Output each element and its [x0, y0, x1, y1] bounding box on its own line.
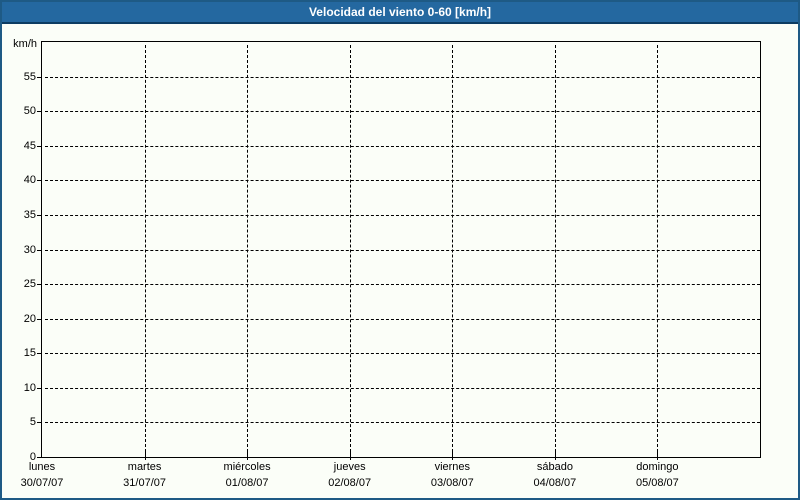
- h-gridline-40: [45, 180, 760, 181]
- y-tick-label-40: 40: [2, 173, 36, 187]
- x-tick-mark-1: [145, 452, 146, 460]
- chart-window: Velocidad del viento 0-60 [km/h] km/h 05…: [0, 0, 800, 500]
- y-tick-mark-5: [37, 422, 41, 423]
- y-tick-mark-40: [37, 180, 41, 181]
- x-tick-mark-6: [657, 452, 658, 460]
- x-day-label-1: martes: [93, 461, 197, 473]
- h-gridline-30: [45, 250, 760, 251]
- h-gridline-55: [45, 77, 760, 78]
- y-tick-label-45: 45: [2, 139, 36, 153]
- x-date-label-5: 04/08/07: [503, 477, 607, 489]
- x-date-label-4: 03/08/07: [400, 477, 504, 489]
- x-tick-mark-2: [247, 452, 248, 460]
- x-date-label-0: 30/07/07: [0, 477, 94, 489]
- h-gridline-45: [45, 146, 760, 147]
- y-tick-mark-10: [37, 388, 41, 389]
- x-date-label-6: 05/08/07: [605, 477, 709, 489]
- x-day-label-6: domingo: [605, 461, 709, 473]
- x-day-label-3: jueves: [298, 461, 402, 473]
- y-tick-mark-20: [37, 319, 41, 320]
- h-gridline-15: [45, 353, 760, 354]
- x-tick-mark-5: [555, 452, 556, 460]
- y-tick-mark-30: [37, 250, 41, 251]
- h-gridline-50: [45, 111, 760, 112]
- h-gridline-10: [45, 388, 760, 389]
- x-date-label-2: 01/08/07: [195, 477, 299, 489]
- y-axis-unit-label: km/h: [2, 37, 37, 51]
- y-tick-mark-55: [37, 77, 41, 78]
- v-gridline-2: [247, 45, 248, 457]
- x-tick-mark-4: [452, 452, 453, 460]
- y-tick-label-50: 50: [2, 104, 36, 118]
- x-day-label-0: lunes: [0, 461, 94, 473]
- y-tick-label-35: 35: [2, 208, 36, 222]
- y-tick-label-15: 15: [2, 346, 36, 360]
- x-tick-mark-3: [350, 452, 351, 460]
- v-gridline-1: [145, 45, 146, 457]
- y-tick-mark-0: [37, 457, 41, 458]
- y-tick-label-55: 55: [2, 70, 36, 84]
- x-day-label-2: miércoles: [195, 461, 299, 473]
- x-date-label-3: 02/08/07: [298, 477, 402, 489]
- v-gridline-6: [657, 45, 658, 457]
- x-day-label-4: viernes: [400, 461, 504, 473]
- y-tick-mark-50: [37, 111, 41, 112]
- x-day-label-5: sábado: [503, 461, 607, 473]
- chart-canvas: km/h 0510152025303540455055lunes30/07/07…: [2, 2, 798, 498]
- y-tick-label-20: 20: [2, 312, 36, 326]
- plot-area: [41, 41, 761, 458]
- v-gridline-5: [555, 45, 556, 457]
- y-tick-label-30: 30: [2, 243, 36, 257]
- v-gridline-4: [452, 45, 453, 457]
- x-date-label-1: 31/07/07: [93, 477, 197, 489]
- h-gridline-5: [45, 422, 760, 423]
- y-tick-label-10: 10: [2, 381, 36, 395]
- h-gridline-20: [45, 319, 760, 320]
- h-gridline-25: [45, 284, 760, 285]
- y-tick-mark-25: [37, 284, 41, 285]
- y-tick-mark-15: [37, 353, 41, 354]
- h-gridline-35: [45, 215, 760, 216]
- y-tick-label-5: 5: [2, 415, 36, 429]
- y-tick-mark-45: [37, 146, 41, 147]
- v-gridline-3: [350, 45, 351, 457]
- y-tick-label-25: 25: [2, 277, 36, 291]
- y-tick-mark-35: [37, 215, 41, 216]
